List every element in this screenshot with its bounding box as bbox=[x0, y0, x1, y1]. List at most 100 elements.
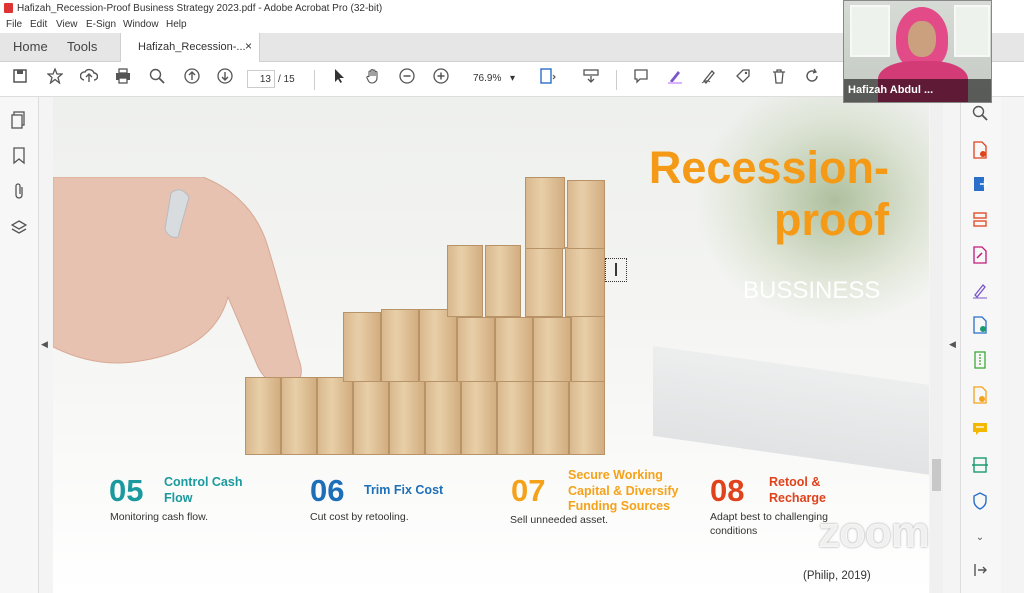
menu-view[interactable]: View bbox=[56, 19, 78, 30]
comment-icon[interactable] bbox=[630, 68, 652, 90]
item-desc-07: Sell unneeded asset. bbox=[510, 514, 609, 526]
item-heading-07: Secure Working Capital & Diversify Fundi… bbox=[568, 468, 678, 515]
tab-document-label: Hafizah_Recession-... bbox=[138, 41, 246, 53]
webcam-video-tile[interactable]: Hafizah Abdul ... bbox=[843, 0, 992, 103]
item-heading-08: Retool & Recharge bbox=[769, 475, 826, 506]
bookmark-star-icon[interactable] bbox=[44, 67, 66, 90]
participant-name-label: Hafizah Abdul ... bbox=[844, 79, 991, 102]
previous-page-icon[interactable] bbox=[181, 68, 203, 90]
stamp-tag-icon[interactable] bbox=[732, 68, 754, 90]
select-arrow-icon[interactable] bbox=[328, 68, 350, 90]
next-page-icon[interactable] bbox=[214, 68, 236, 90]
attachments-icon[interactable] bbox=[9, 182, 29, 202]
layers-icon[interactable] bbox=[9, 219, 29, 239]
scrollbar-thumb[interactable] bbox=[932, 459, 941, 491]
rotate-icon[interactable] bbox=[801, 68, 823, 90]
wood-block bbox=[525, 247, 563, 317]
find-zoom-icon[interactable] bbox=[146, 68, 168, 90]
expand-right-panel-icon[interactable]: ◀ bbox=[949, 339, 956, 350]
page-thumbnails-icon[interactable] bbox=[9, 111, 29, 131]
hand-illustration bbox=[53, 177, 302, 386]
delete-trash-icon[interactable] bbox=[768, 68, 790, 90]
collapse-left-panel-icon[interactable]: ◀ bbox=[41, 339, 48, 350]
comment-tool-icon[interactable] bbox=[969, 421, 991, 443]
zoom-level-dropdown[interactable]: 76.9% ▾ bbox=[463, 70, 523, 88]
zoom-out-icon[interactable] bbox=[396, 68, 418, 90]
highlight-pen-icon[interactable] bbox=[664, 68, 686, 90]
save-icon[interactable] bbox=[9, 68, 31, 90]
menu-esign[interactable]: E-Sign bbox=[86, 19, 116, 30]
zoom-watermark: zoom bbox=[818, 508, 930, 557]
wood-block bbox=[281, 377, 317, 455]
acrobat-app-icon bbox=[4, 3, 13, 13]
wood-block bbox=[485, 245, 521, 317]
item-number-06: 06 bbox=[310, 473, 345, 508]
create-pdf-icon[interactable] bbox=[969, 141, 991, 163]
send-review-icon[interactable] bbox=[969, 386, 991, 408]
item-desc-08: Adapt best to challenging conditions bbox=[710, 511, 828, 538]
zoom-in-icon[interactable] bbox=[430, 68, 452, 90]
menu-help[interactable]: Help bbox=[166, 19, 187, 30]
wood-block bbox=[495, 317, 533, 382]
page-fit-icon[interactable] bbox=[537, 68, 559, 90]
item-number-07: 07 bbox=[511, 473, 546, 508]
wood-block bbox=[569, 377, 605, 455]
wood-block bbox=[381, 309, 419, 382]
protect-shield-icon[interactable] bbox=[969, 492, 991, 514]
item-heading-06: Trim Fix Cost bbox=[364, 483, 444, 497]
wood-block bbox=[525, 177, 565, 249]
tab-document[interactable]: Hafizah_Recession-... × bbox=[120, 33, 260, 62]
export-pdf-icon[interactable] bbox=[969, 176, 991, 198]
wood-block bbox=[571, 312, 605, 382]
chevron-down-icon[interactable]: ⌄ bbox=[969, 527, 991, 549]
close-tab-icon[interactable]: × bbox=[245, 39, 252, 53]
window-title: Hafizah_Recession-Proof Business Strateg… bbox=[17, 3, 383, 14]
item-desc-06: Cut cost by retooling. bbox=[310, 511, 409, 523]
compress-pdf-icon[interactable] bbox=[969, 351, 991, 373]
tab-tools[interactable]: Tools bbox=[67, 39, 97, 54]
toolbar-divider bbox=[314, 70, 315, 90]
wood-block bbox=[343, 312, 381, 382]
hand-tool-icon[interactable] bbox=[362, 68, 384, 90]
background-window bbox=[954, 5, 990, 57]
wood-block bbox=[245, 377, 281, 455]
item-heading-08-line2: Recharge bbox=[769, 490, 826, 505]
wood-block bbox=[497, 377, 533, 455]
vertical-scrollbar[interactable] bbox=[930, 97, 943, 593]
collapse-tools-icon[interactable] bbox=[969, 561, 991, 583]
page-total: / 15 bbox=[278, 74, 295, 85]
menu-window[interactable]: Window bbox=[123, 19, 159, 30]
draw-pen-icon[interactable] bbox=[698, 68, 720, 90]
page-number-input[interactable]: 13 bbox=[247, 70, 275, 88]
slide-subtitle: BUSSINESS bbox=[743, 277, 881, 304]
participant-face bbox=[908, 21, 936, 57]
combine-files-icon[interactable] bbox=[969, 316, 991, 338]
item-number-08: 08 bbox=[710, 473, 745, 508]
item-desc-05: Monitoring cash flow. bbox=[110, 511, 209, 523]
search-zoom-icon[interactable] bbox=[969, 105, 991, 127]
fill-sign-icon[interactable] bbox=[969, 281, 991, 303]
wood-block bbox=[353, 377, 389, 455]
background-window bbox=[850, 5, 890, 57]
toolbar-divider bbox=[616, 70, 617, 90]
menu-file[interactable]: File bbox=[6, 19, 22, 30]
tab-home[interactable]: Home bbox=[13, 39, 48, 54]
organize-pages-icon[interactable] bbox=[969, 211, 991, 233]
cloud-upload-icon[interactable] bbox=[78, 68, 100, 90]
item-number-05: 05 bbox=[109, 473, 144, 508]
wood-block bbox=[425, 377, 461, 455]
print-icon[interactable] bbox=[112, 68, 134, 90]
pdf-page-slide: Recession- proof BUSSINESS I 05 Control … bbox=[53, 97, 929, 593]
scan-ocr-icon[interactable] bbox=[969, 456, 991, 478]
item-heading-05: Control Cash Flow bbox=[164, 475, 242, 506]
menu-edit[interactable]: Edit bbox=[30, 19, 47, 30]
bookmarks-icon[interactable] bbox=[9, 147, 29, 167]
item-heading-07-line3: Funding Sources bbox=[568, 499, 671, 514]
edit-pdf-icon[interactable] bbox=[969, 246, 991, 268]
wood-block bbox=[565, 247, 605, 317]
item-heading-08-line1: Retool & bbox=[769, 475, 821, 489]
scrolling-mode-icon[interactable] bbox=[580, 68, 602, 90]
zoom-level-value: 76.9% bbox=[473, 73, 502, 84]
chevron-down-icon: ▾ bbox=[510, 73, 516, 84]
item-desc-08-line2: conditions bbox=[710, 524, 758, 537]
